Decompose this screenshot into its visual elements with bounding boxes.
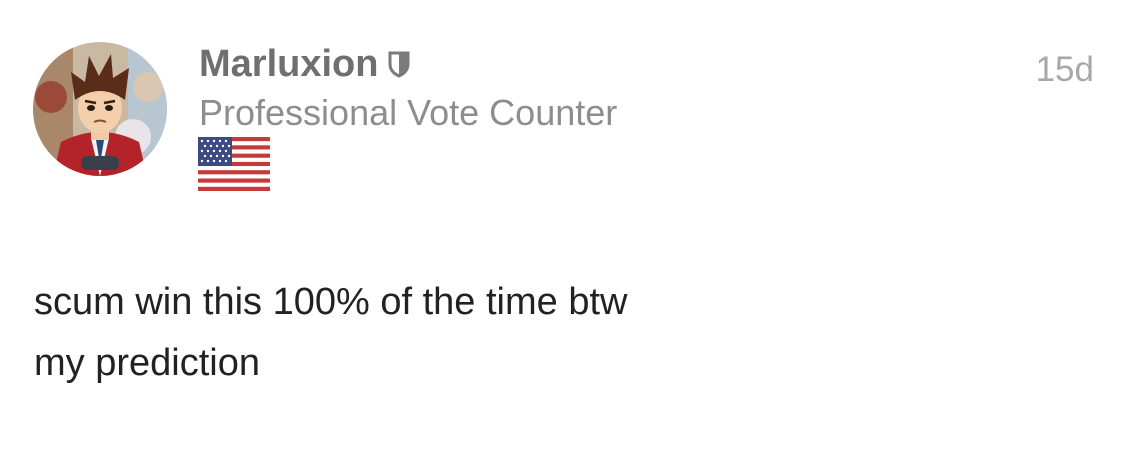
author-row: Marluxion	[199, 40, 410, 88]
author-username[interactable]: Marluxion	[199, 43, 378, 86]
author-title: Professional Vote Counter	[199, 92, 618, 133]
moderator-shield-icon	[388, 50, 410, 78]
forum-post: Marluxion Professional Vote Counter 15d …	[0, 0, 1125, 462]
post-body-line: my prediction	[34, 342, 260, 384]
post-body-line: scum win this 100% of the time btw	[34, 281, 628, 323]
post-timestamp[interactable]: 15d	[1036, 50, 1094, 90]
user-avatar[interactable]	[33, 42, 167, 176]
us-flag-icon	[198, 137, 270, 191]
post-body: scum win this 100% of the time btw my pr…	[34, 272, 627, 394]
